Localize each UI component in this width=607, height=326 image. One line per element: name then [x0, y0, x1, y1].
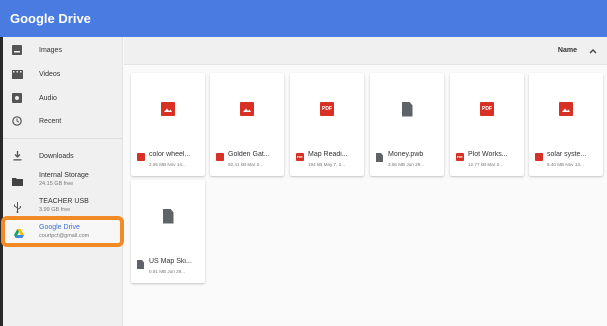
clock-icon: [11, 115, 23, 127]
document-file-icon: [162, 208, 174, 224]
file-meta: 194 kB May 7, 2...: [308, 162, 346, 167]
file-thumbnail: [529, 73, 603, 145]
file-thumbnail: [210, 73, 284, 145]
sidebar-item-label: TEACHER USB: [39, 198, 89, 205]
app-bar: Google Drive: [0, 0, 607, 37]
image-file-icon: [216, 153, 224, 162]
sidebar-item-images[interactable]: Images: [3, 39, 123, 61]
file-card[interactable]: Money.pwb 3.56 MB Jun 29...: [370, 73, 444, 176]
image-file-icon: [240, 102, 254, 116]
file-meta: 0.91 MB Jun 29...: [149, 269, 186, 274]
file-card[interactable]: PDF PDF Plot Works... 12.77 kB Mar 2...: [450, 73, 524, 176]
google-drive-icon: [13, 227, 25, 239]
sidebar: Images Videos Audio Recent Downloads Int…: [3, 37, 123, 326]
file-name: Map Readi...: [308, 151, 348, 158]
file-card[interactable]: PDF PDF Map Readi... 194 kB May 7, 2...: [290, 73, 364, 176]
file-thumbnail: PDF: [290, 73, 364, 145]
file-browser: Name color wheel... 2.55 MB Nov 14... Go…: [124, 37, 607, 326]
sidebar-item-label: Recent: [39, 117, 62, 125]
file-thumbnail: [131, 180, 205, 252]
sidebar-item-label: Videos: [39, 70, 61, 78]
document-file-icon: [137, 260, 145, 269]
file-meta: 3.56 MB Jun 29...: [388, 162, 425, 167]
pdf-file-icon: PDF: [296, 153, 304, 161]
sort-by-name-button[interactable]: Name: [558, 47, 577, 54]
file-name: color wheel...: [149, 151, 191, 158]
download-icon: [11, 150, 23, 162]
pdf-file-icon: PDF: [320, 102, 334, 116]
sidebar-divider: [3, 138, 123, 139]
file-name: Money.pwb: [388, 151, 424, 158]
film-icon: [11, 68, 23, 80]
file-card[interactable]: Golden Gat... 92.41 kB Mar 2...: [210, 73, 284, 176]
pdf-file-icon: PDF: [480, 102, 494, 116]
image-file-icon: [161, 102, 175, 116]
file-thumbnail: [370, 73, 444, 145]
image-icon: [11, 44, 23, 56]
sidebar-item-label: Downloads: [39, 152, 74, 160]
sidebar-item-google-drive[interactable]: Google Drive courtpct@gmail.com: [3, 220, 123, 246]
file-card[interactable]: solar syste... 6.40 MB Nov 13...: [529, 73, 603, 176]
sidebar-item-videos[interactable]: Videos: [3, 63, 123, 85]
folder-icon: [11, 175, 23, 187]
image-file-icon: [559, 102, 573, 116]
file-meta: 12.77 kB Mar 2...: [468, 162, 503, 167]
sidebar-item-label: Google Drive: [39, 224, 80, 231]
toolbar: Name: [124, 37, 607, 65]
file-name: Plot Works...: [468, 151, 508, 158]
file-meta: 2.55 MB Nov 14...: [149, 162, 186, 167]
image-file-icon: [535, 153, 543, 162]
file-name: US Map Ski...: [149, 258, 192, 265]
usb-icon: [11, 201, 23, 213]
audio-icon: [11, 92, 23, 104]
pdf-file-icon: PDF: [456, 153, 464, 161]
document-file-icon: [376, 153, 384, 162]
document-file-icon: [401, 101, 413, 117]
sidebar-item-label: Images: [39, 46, 62, 54]
app-title: Google Drive: [10, 11, 91, 26]
file-name: Golden Gat...: [228, 151, 270, 158]
sidebar-item-label: Internal Storage: [39, 172, 89, 179]
sidebar-item-recent[interactable]: Recent: [3, 110, 123, 132]
file-card[interactable]: color wheel... 2.55 MB Nov 14...: [131, 73, 205, 176]
sidebar-item-audio[interactable]: Audio: [3, 87, 123, 109]
file-meta: 92.41 kB Mar 2...: [228, 162, 263, 167]
file-thumbnail: [131, 73, 205, 145]
sidebar-item-sublabel: 3.99 GB free: [39, 207, 71, 213]
sidebar-item-sublabel: courtpct@gmail.com: [39, 233, 90, 239]
app-window: Google Drive Images Videos Audio Recent …: [0, 0, 607, 326]
file-thumbnail: PDF: [450, 73, 524, 145]
sidebar-item-sublabel: 24.15 GB free: [39, 181, 74, 187]
sort-ascending-icon[interactable]: [587, 44, 599, 56]
file-name: solar syste...: [547, 151, 587, 158]
image-file-icon: [137, 153, 145, 162]
sidebar-item-internal-storage[interactable]: Internal Storage 24.15 GB free: [3, 168, 123, 194]
file-card[interactable]: US Map Ski... 0.91 MB Jun 29...: [131, 180, 205, 283]
sidebar-item-label: Audio: [39, 94, 57, 102]
file-meta: 6.40 MB Nov 13...: [547, 162, 584, 167]
sidebar-item-downloads[interactable]: Downloads: [3, 145, 123, 167]
